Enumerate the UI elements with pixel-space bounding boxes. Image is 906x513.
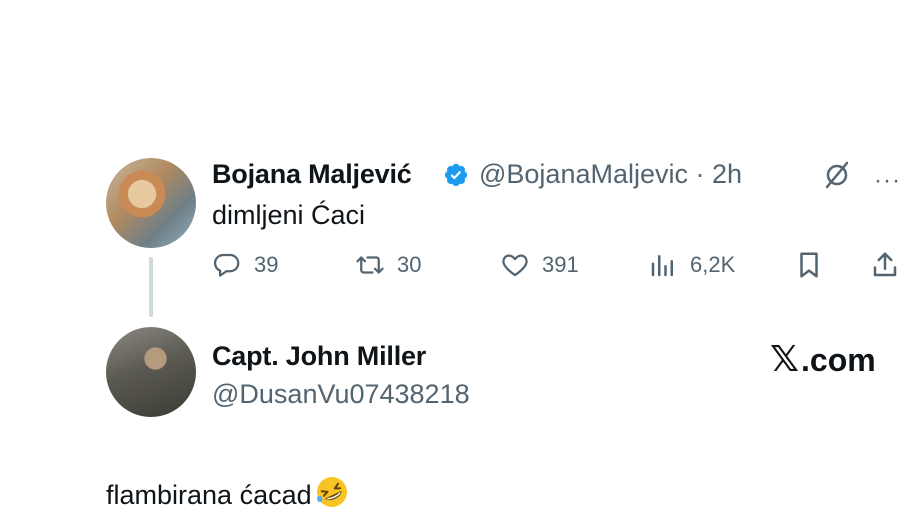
avatar-bojana[interactable] bbox=[106, 158, 196, 248]
thread-connector-line bbox=[149, 257, 153, 317]
reply-button[interactable]: 39 bbox=[212, 250, 278, 280]
rolling-on-floor-laughing-emoji bbox=[316, 477, 347, 507]
tweet-timestamp[interactable]: 2h bbox=[712, 159, 742, 189]
share-button[interactable] bbox=[870, 250, 906, 280]
watermark-domain: .com bbox=[801, 342, 876, 378]
reply-author-name[interactable]: Capt. John Miller bbox=[212, 341, 426, 372]
grok-icon[interactable] bbox=[822, 160, 852, 190]
repost-icon bbox=[356, 256, 384, 274]
tweet-handle-text[interactable]: @BojanaMaljevic bbox=[479, 159, 688, 189]
reply-handle[interactable]: @DusanVu07438218 bbox=[212, 379, 470, 410]
repost-count: 30 bbox=[397, 252, 422, 277]
repost-button[interactable]: 30 bbox=[355, 250, 421, 280]
more-options-icon[interactable]: ··· bbox=[874, 167, 901, 195]
like-button[interactable]: 391 bbox=[500, 250, 579, 280]
bookmark-button[interactable] bbox=[794, 250, 836, 280]
views-button[interactable]: 6,2K bbox=[648, 250, 735, 280]
views-count: 6,2K bbox=[690, 252, 736, 277]
tweet-author-name[interactable]: Bojana Maljević bbox=[212, 159, 412, 190]
tweet-text: dimljeni Ćaci bbox=[212, 200, 366, 230]
meta-separator: · bbox=[695, 159, 705, 189]
x-logo-icon: 𝕏 bbox=[770, 338, 800, 379]
reply-icon bbox=[213, 253, 240, 277]
tweet-handle[interactable]: @BojanaMaljevic · 2h bbox=[479, 159, 742, 190]
verified-badge-icon bbox=[444, 163, 468, 187]
avatar-capt-john-miller[interactable] bbox=[106, 327, 196, 417]
views-icon bbox=[651, 255, 673, 277]
reply-count: 39 bbox=[254, 252, 279, 277]
reply-text: flambirana ćacad bbox=[106, 474, 350, 511]
bookmark-icon bbox=[800, 252, 818, 278]
like-count: 391 bbox=[542, 252, 579, 277]
x-com-watermark: 𝕏 .com bbox=[770, 338, 876, 380]
reply-text-content: flambirana ćacad bbox=[106, 480, 312, 510]
share-icon bbox=[873, 252, 897, 277]
heart-icon bbox=[502, 254, 528, 277]
